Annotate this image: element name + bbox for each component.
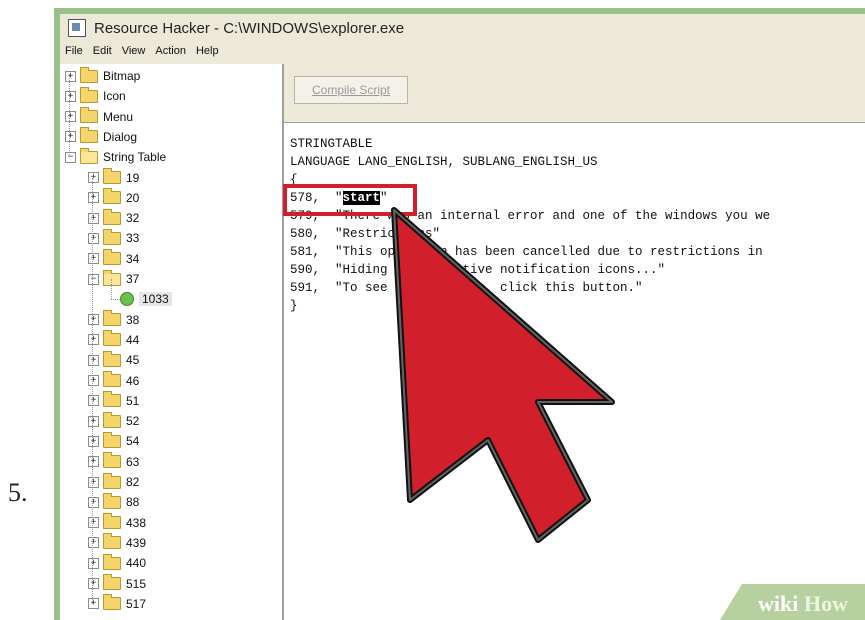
wikihow-watermark: wiki How: [720, 584, 865, 620]
pointer-arrow-icon: [391, 207, 615, 543]
watermark-how: How: [804, 591, 848, 616]
watermark-wiki: wiki: [758, 591, 798, 616]
